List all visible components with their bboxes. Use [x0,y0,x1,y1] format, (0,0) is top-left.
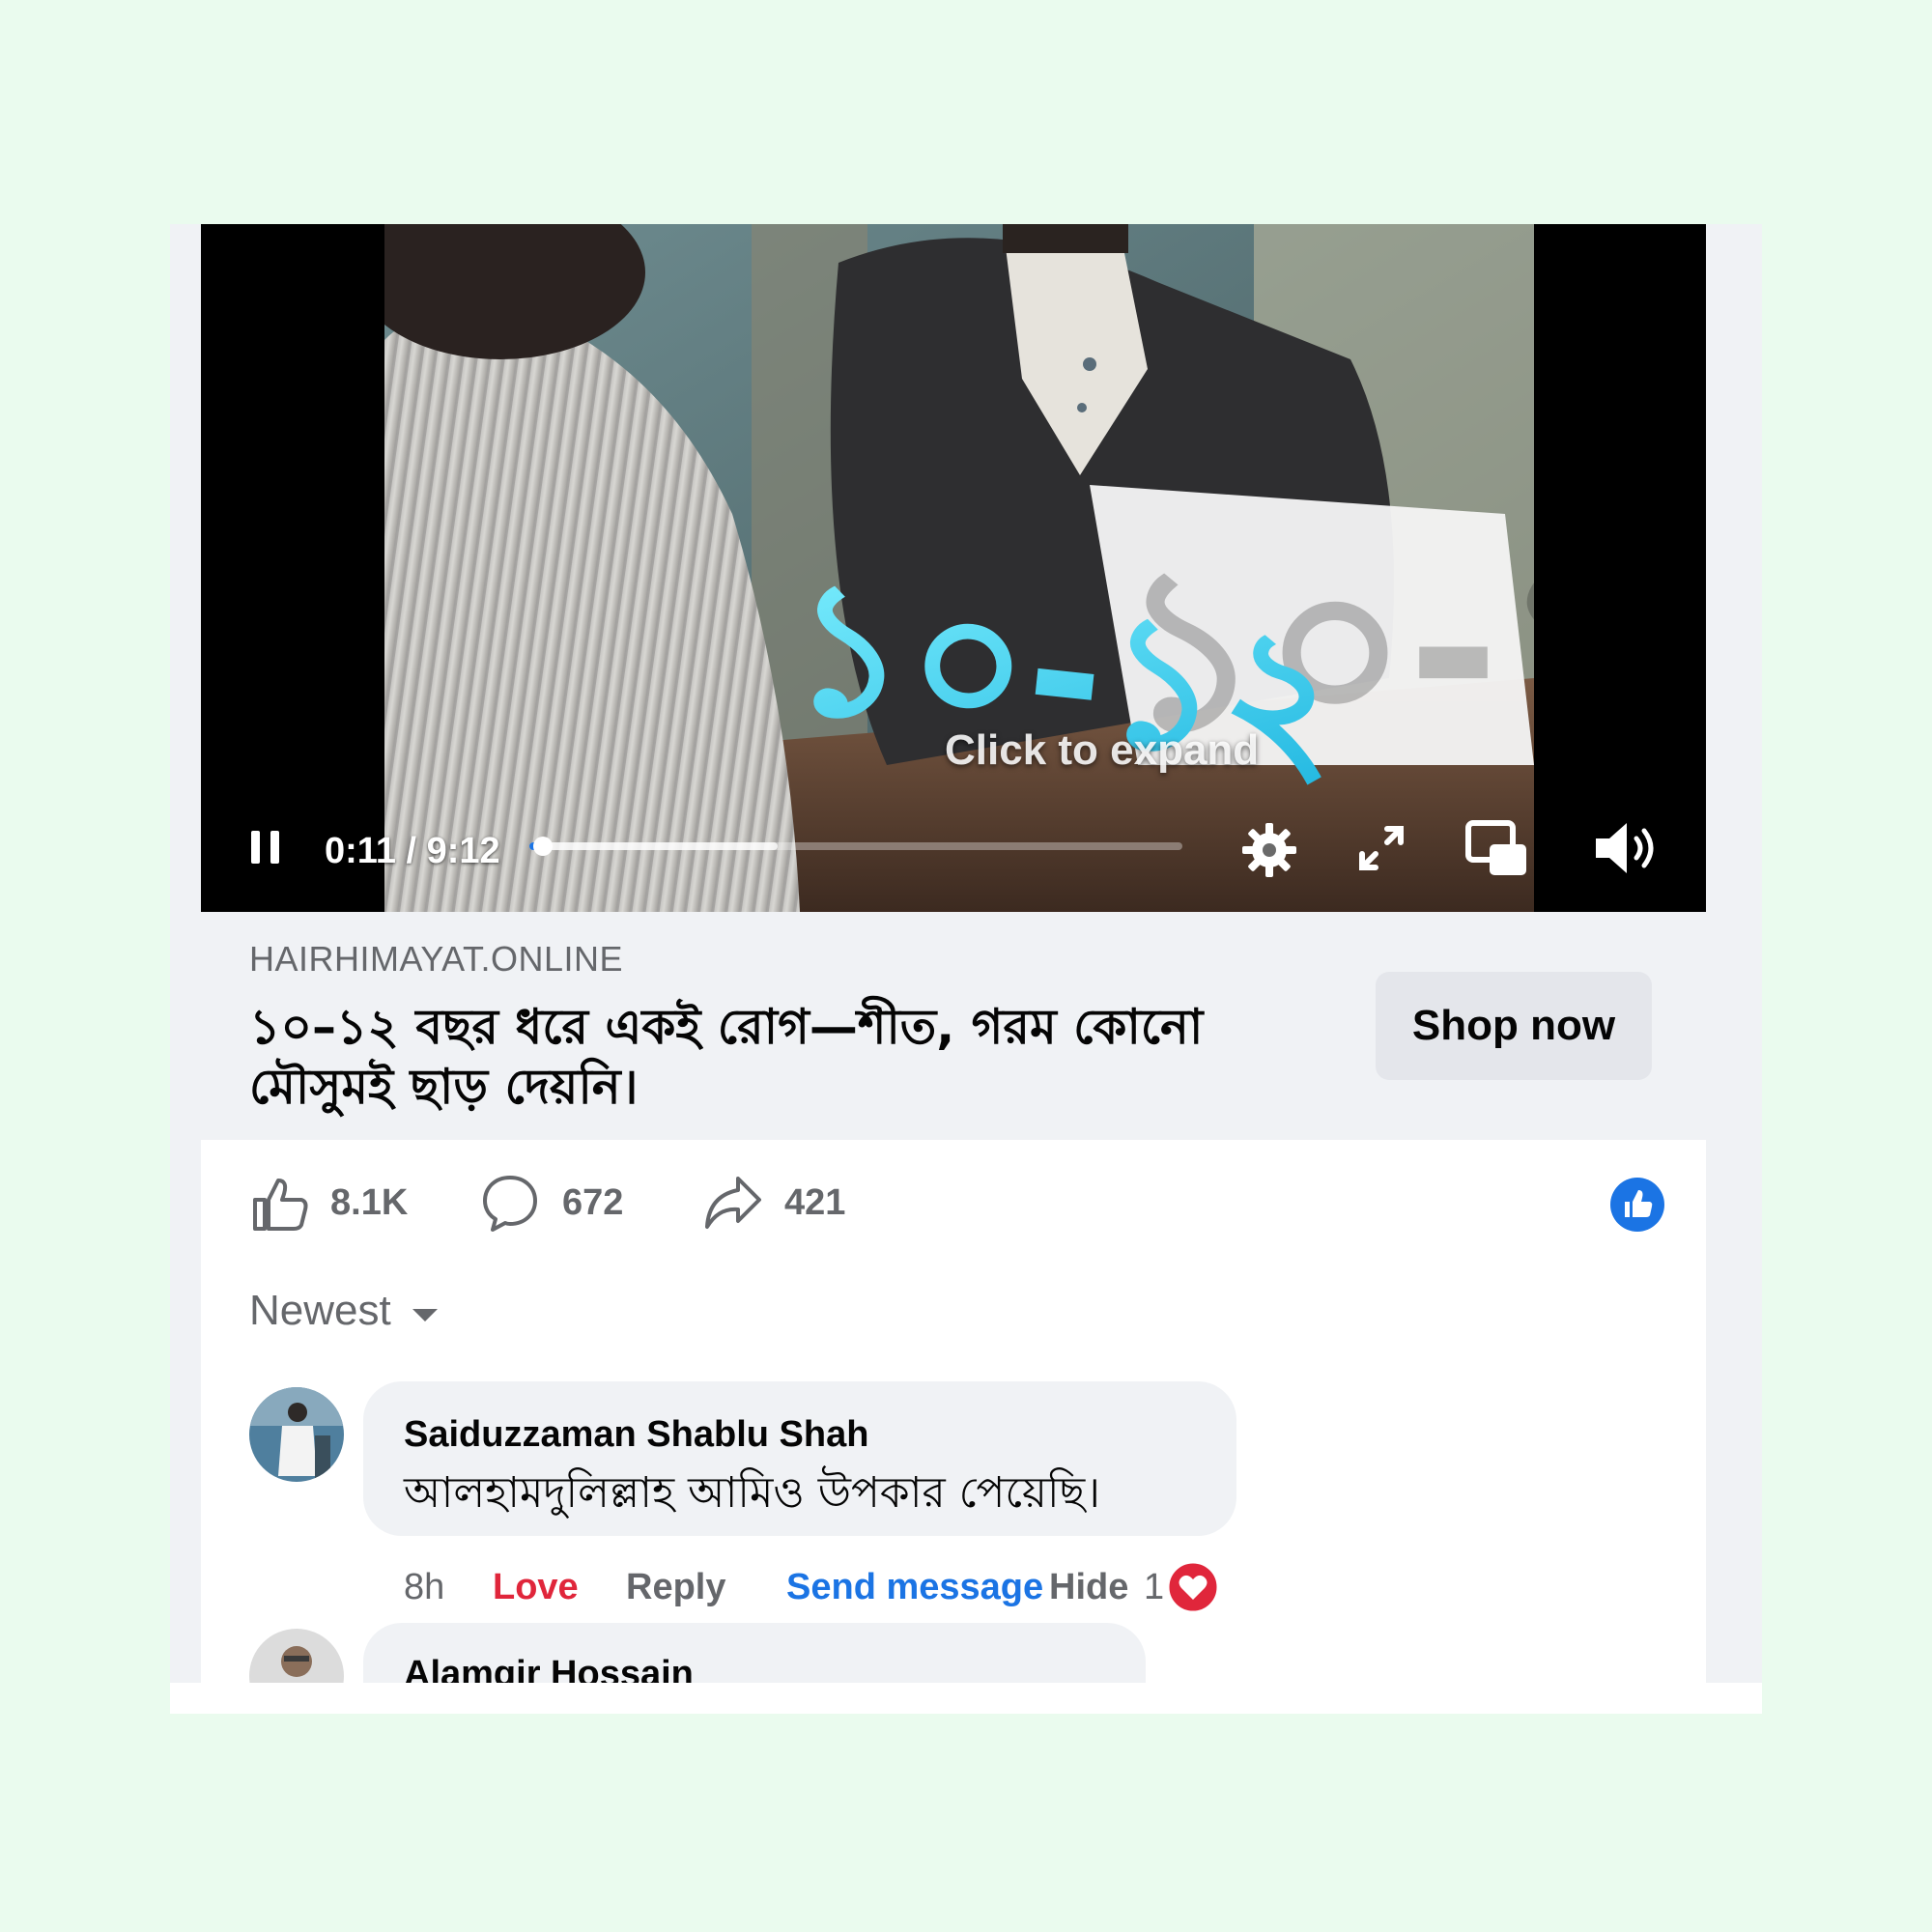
progress-buffered [529,842,778,850]
like-button[interactable]: 8.1K [249,1169,408,1236]
video-frame: ১০-১২ বছর ১০-১২ [384,224,1534,912]
pause-button[interactable] [247,827,286,869]
link-preview[interactable]: HAIRHIMAYAT.ONLINE ১০–১২ বছর ধরে একই রোগ… [201,912,1706,1140]
share-count: 421 [784,1181,846,1223]
link-title[interactable]: ১০–১২ বছর ধরে একই রোগ—শীত, গরম কোনো মৌসু… [249,997,1293,1117]
comment-actions: 8h Love Reply Send message Hide 1 [404,1561,1273,1619]
comment-bubble-icon [483,1176,537,1232]
share-arrow-icon [705,1177,761,1229]
reaction-count: 1 [1144,1567,1165,1607]
post-card: ১০-১২ বছর ১০-১২ Click to expand 0:11 / 9… [201,224,1706,1683]
gear-icon[interactable] [1238,819,1300,881]
thumbs-up-icon [253,1179,308,1231]
expand-icon[interactable] [1354,821,1408,875]
share-button[interactable]: 421 [701,1169,845,1236]
comment-button[interactable]: 672 [479,1169,623,1236]
comment-author[interactable]: Saiduzzaman Shablu Shah [404,1414,868,1456]
picture-in-picture-icon[interactable] [1463,817,1530,879]
hide-link[interactable]: Hide [1049,1567,1128,1608]
like-reaction-icon[interactable] [1609,1177,1665,1233]
progress-scrubber[interactable] [532,837,553,856]
link-domain: HAIRHIMAYAT.ONLINE [249,939,624,979]
comment-sort-dropdown[interactable]: Newest [249,1287,438,1335]
love-reaction-link[interactable]: Love [493,1567,579,1608]
avatar[interactable] [249,1387,344,1482]
progress-bar[interactable] [529,837,1182,856]
comment-timestamp[interactable]: 8h [404,1567,444,1608]
comment-author[interactable]: Alamgir Hossain [404,1654,694,1683]
volume-icon[interactable] [1590,817,1658,879]
click-to-expand-hint[interactable]: Click to expand [945,726,1259,775]
chevron-down-icon [412,1308,438,1321]
comment-count: 672 [562,1181,624,1223]
pause-icon-bar [251,831,260,864]
send-message-link[interactable]: Send message [786,1567,1043,1608]
avatar[interactable] [249,1629,344,1683]
bottom-edge [170,1683,1762,1714]
pause-icon-bar [270,831,279,864]
like-count: 8.1K [330,1181,409,1223]
heart-icon[interactable] [1167,1561,1219,1613]
shop-now-button[interactable]: Shop now [1376,972,1652,1080]
comment-text: আলহামদুলিল্লাহ আমিও উপকার পেয়েছি। [404,1468,1100,1518]
time-display: 0:11 / 9:12 [325,831,500,871]
screenshot-frame: ১০-১২ বছর ১০-১২ Click to expand 0:11 / 9… [170,224,1762,1714]
video-player[interactable]: ১০-১২ বছর ১০-১২ Click to expand 0:11 / 9… [201,224,1706,912]
sort-label: Newest [249,1287,391,1334]
reply-link[interactable]: Reply [626,1567,725,1608]
